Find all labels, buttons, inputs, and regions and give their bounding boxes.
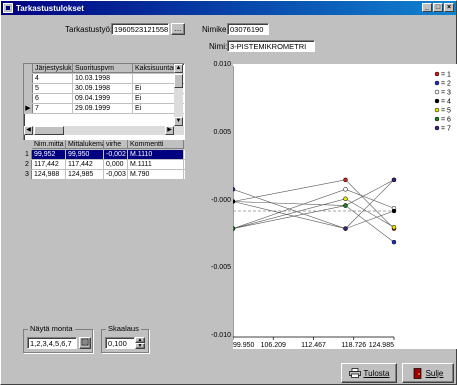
y-tick-label: -0.005 bbox=[211, 264, 231, 272]
legend-marker bbox=[434, 107, 440, 113]
y-tick-label: -0.010 bbox=[211, 332, 231, 339]
title-bar: Tarkastustulokset _ □ × bbox=[1, 1, 456, 15]
scroll-thumb[interactable] bbox=[174, 74, 183, 88]
data-point bbox=[343, 226, 348, 231]
window-title: Tarkastustulokset bbox=[16, 3, 84, 13]
window-controls: _ □ × bbox=[422, 3, 454, 12]
table-row[interactable]: 6 09.04.1999 Ei bbox=[24, 94, 184, 104]
print-button[interactable]: Tulosta bbox=[341, 363, 397, 383]
column-header[interactable]: Järjestysluku bbox=[33, 64, 73, 73]
scroll-up-icon[interactable]: ▲ bbox=[174, 64, 183, 73]
legend-label: = 7 bbox=[441, 126, 451, 133]
column-header[interactable]: Mittalukema bbox=[66, 140, 104, 149]
nimi-label: Nimi: bbox=[209, 42, 228, 51]
column-header[interactable]: virhe bbox=[104, 140, 128, 149]
table-header: Nim.mitta Mittalukema virhe Kommentti bbox=[23, 140, 185, 150]
x-tick-label: 106.209 bbox=[261, 342, 286, 349]
column-header[interactable]: Kommentti bbox=[128, 140, 184, 149]
legend-marker bbox=[434, 98, 440, 104]
tarkastustyo-label: Tarkastustyö: bbox=[65, 25, 113, 34]
nimike-label: Nimike: bbox=[202, 25, 229, 34]
printer-icon bbox=[348, 368, 361, 378]
y-tick-label: 0.010 bbox=[213, 61, 231, 68]
show-many-picker-button[interactable] bbox=[79, 337, 91, 349]
horizontal-scrollbar[interactable]: ◀ ▶ bbox=[24, 126, 184, 135]
show-many-title: Näytä monta bbox=[28, 324, 75, 333]
door-exit-icon bbox=[413, 367, 421, 379]
table-row[interactable]: 4 10.03.1998 bbox=[24, 74, 184, 84]
column-header[interactable]: Kaksisuuntai bbox=[133, 64, 175, 73]
data-point bbox=[391, 208, 397, 214]
table-row[interactable]: 5 30.09.1998 Ei bbox=[24, 84, 184, 94]
vertical-scrollbar[interactable]: ▲ ▼ bbox=[174, 64, 183, 126]
print-label: Tulosta bbox=[363, 368, 390, 378]
data-point bbox=[233, 226, 236, 231]
column-header[interactable]: Suorituspvm bbox=[73, 64, 133, 73]
maximize-button[interactable]: □ bbox=[433, 3, 443, 12]
measurements-table[interactable]: Nim.mitta Mittalukema virhe Kommentti 1 … bbox=[23, 140, 185, 182]
legend-label: = 3 bbox=[441, 90, 451, 97]
data-point bbox=[343, 187, 348, 192]
data-point bbox=[391, 177, 397, 183]
legend-label: = 2 bbox=[441, 81, 451, 88]
scroll-right-icon[interactable]: ▶ bbox=[165, 126, 174, 135]
legend-label: = 4 bbox=[441, 99, 451, 106]
x-tick-label: 112.467 bbox=[301, 342, 326, 349]
deviation-chart: 99.950 106.209 112.467 118.726 124.985 = 1 = 2… bbox=[233, 64, 457, 349]
x-tick-label: 99.950 bbox=[233, 342, 255, 349]
close-window-button[interactable]: × bbox=[444, 3, 454, 12]
inspection-results-window: Tarkastustulokset _ □ × Tarkastustyö: 19… bbox=[0, 0, 457, 385]
list-icon bbox=[81, 338, 89, 346]
close-label: Sulje bbox=[425, 368, 444, 378]
legend-marker bbox=[434, 116, 440, 122]
data-point bbox=[233, 199, 236, 204]
hscroll-thumb[interactable] bbox=[34, 126, 64, 135]
minimize-button[interactable]: _ bbox=[422, 3, 432, 12]
table-row[interactable]: 2 117,442 117,442 0,000 M.1111 bbox=[23, 160, 185, 170]
x-tick-label: 118.726 bbox=[341, 342, 366, 349]
show-many-field[interactable]: 1,2,3,4,5,6,7 bbox=[27, 337, 77, 349]
app-icon bbox=[3, 3, 13, 13]
data-point bbox=[343, 203, 348, 208]
table-row-current[interactable]: ▶ 7 29.09.1999 Ei bbox=[24, 104, 184, 114]
legend-label: = 5 bbox=[441, 108, 451, 115]
table-row-selected[interactable]: 1 99,952 99,950 -0,002 M.1110 bbox=[23, 150, 185, 160]
y-tick-label: -0.000 bbox=[211, 196, 231, 204]
inspection-runs-table[interactable]: Järjestysluku Suorituspvm Kaksisuuntai 4… bbox=[23, 63, 185, 148]
close-button[interactable]: Sulje bbox=[402, 363, 454, 383]
nimike-field[interactable]: 03076190 bbox=[227, 23, 269, 35]
data-point bbox=[343, 177, 348, 183]
x-tick-label: 124.985 bbox=[369, 342, 394, 349]
table-header: Järjestysluku Suorituspvm Kaksisuuntai bbox=[24, 64, 184, 74]
scale-field[interactable]: 0,100 bbox=[105, 337, 135, 349]
scale-spinner[interactable]: ▲ ▼ bbox=[135, 337, 145, 349]
table-row[interactable]: 3 124,988 124,985 -0,003 M.790 bbox=[23, 170, 185, 180]
legend-marker bbox=[434, 80, 440, 86]
browse-button[interactable]: ... bbox=[171, 23, 185, 35]
data-point bbox=[391, 239, 397, 245]
legend-marker bbox=[434, 125, 440, 131]
legend-label: = 6 bbox=[441, 117, 451, 124]
legend-label: = 1 bbox=[441, 72, 451, 79]
data-point bbox=[343, 196, 348, 202]
scroll-left-icon[interactable]: ◀ bbox=[24, 126, 33, 135]
legend-marker bbox=[434, 89, 440, 95]
scale-group: Skaalaus 0,100 ▲ ▼ bbox=[101, 324, 149, 353]
scroll-down-icon[interactable]: ▼ bbox=[174, 117, 183, 126]
nimi-field[interactable]: 3-PISTEMIKROMETRI bbox=[227, 40, 315, 52]
y-tick-label: 0.005 bbox=[213, 128, 231, 136]
data-point bbox=[391, 224, 397, 230]
data-point bbox=[233, 187, 236, 192]
show-many-group: Näytä monta 1,2,3,4,5,6,7 bbox=[23, 324, 93, 353]
column-header[interactable]: Nim.mitta bbox=[32, 140, 66, 149]
tarkastustyo-field[interactable]: 1960523121558 bbox=[111, 23, 169, 35]
legend-marker bbox=[434, 71, 440, 77]
scale-title: Skaalaus bbox=[106, 324, 141, 333]
spin-down-icon[interactable]: ▼ bbox=[135, 343, 145, 349]
current-row-indicator: ▶ bbox=[24, 104, 33, 113]
